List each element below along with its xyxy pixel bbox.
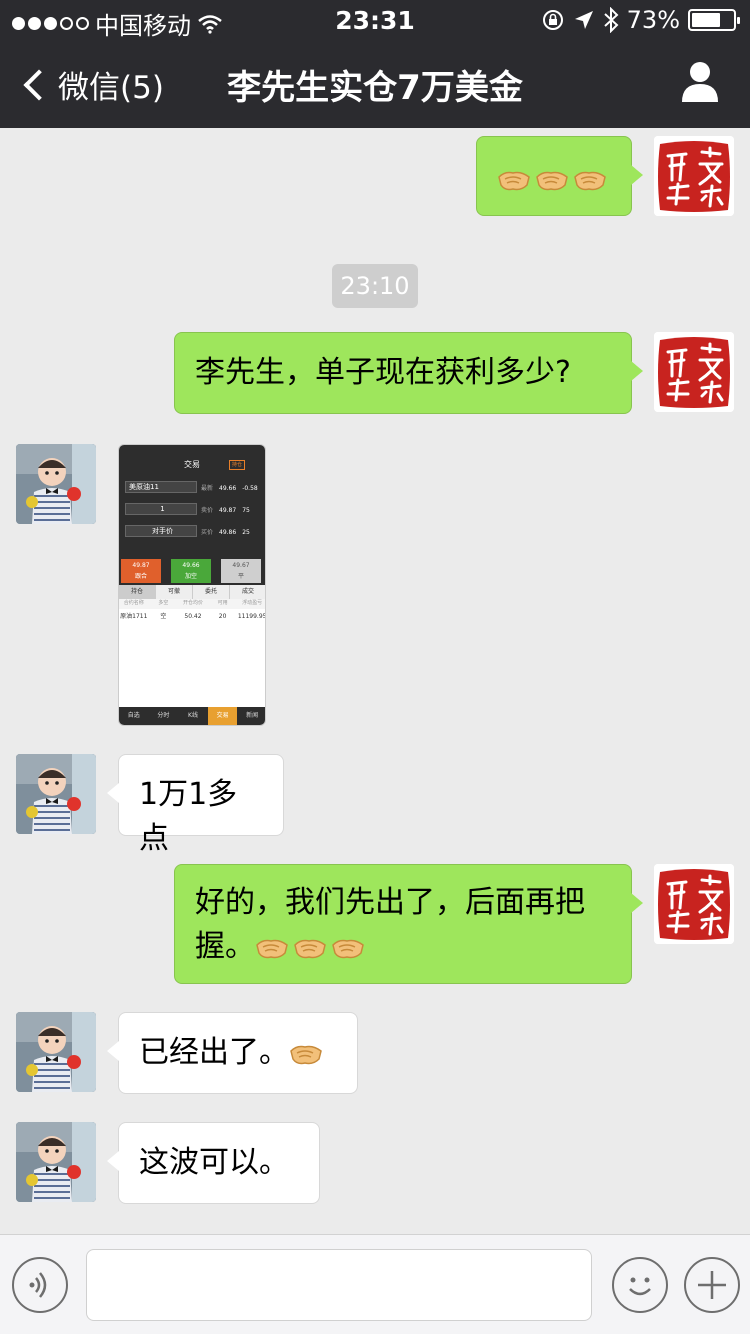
screenshot-quote: 卖价 49.87 75 (201, 507, 250, 514)
message-bubble-me[interactable]: 李先生，单子现在获利多少? (174, 332, 643, 414)
plus-icon (698, 1271, 726, 1299)
message-text: 李先生，单子现在获利多少? (195, 355, 571, 390)
status-bar: 中国移动 23:31 73% (0, 0, 750, 40)
handshake-icon (332, 939, 364, 958)
message-row (0, 128, 750, 228)
message-text: 握。 (195, 929, 255, 964)
seal-avatar[interactable] (654, 136, 734, 216)
trade-screenshot-image[interactable]: 交易 持仓 美原油11 最新 49.66 -0.58 1 卖价 49.87 75 对手价… (118, 444, 266, 726)
screenshot-action-button: 持仓 (229, 460, 245, 470)
rotation-lock-icon (542, 10, 563, 30)
message-input[interactable] (86, 1249, 592, 1321)
screenshot-table-header: 合约名称 多空 开仓均价 可用 浮动盈亏 (119, 599, 265, 609)
screenshot-sell-button: 49.66 加空 (171, 559, 211, 583)
baby-avatar[interactable] (16, 1012, 96, 1092)
screenshot-status-bar (119, 445, 265, 455)
bluetooth-icon (603, 7, 619, 33)
voice-icon (29, 1272, 47, 1298)
message-text: 这波可以。 (139, 1145, 289, 1180)
nav-bar: 微信(5) 李先生实仓7万美金 (0, 40, 750, 128)
voice-button[interactable] (12, 1257, 68, 1313)
message-row: 这波可以。 (0, 1122, 750, 1212)
message-text: 好的，我们先出了，后面再把 (195, 885, 585, 920)
message-row: 好的，我们先出了，后面再把 握。 (0, 864, 750, 988)
message-row: 1万1多点 (0, 754, 750, 856)
screenshot-trade-buttons: 49.87 跟合 49.66 加空 49.67 平 (119, 557, 265, 585)
screenshot-buy-button: 49.87 跟合 (121, 559, 161, 583)
screenshot-close-button: 49.67 平 (221, 559, 261, 583)
handshake-icon (536, 171, 568, 190)
seal-avatar[interactable] (654, 332, 734, 412)
message-bubble-them[interactable]: 1万1多点 (107, 754, 284, 856)
emoji-button[interactable] (612, 1257, 668, 1313)
seal-avatar[interactable] (654, 864, 734, 944)
message-bubble-them[interactable]: 已经出了。 (107, 1012, 358, 1094)
message-bubble-me[interactable] (476, 136, 643, 216)
battery-icon (688, 9, 740, 31)
message-list[interactable]: 23:10 李先生，单子现在获利多少? 交易 持仓 美原油11 最新 49.66-… (0, 128, 750, 1234)
screenshot-field: 1 (125, 503, 197, 515)
baby-avatar[interactable] (16, 1122, 96, 1202)
baby-avatar[interactable] (16, 444, 96, 524)
chat-title: 李先生实仓7万美金 (227, 68, 523, 108)
screenshot-nav: 交易 持仓 (119, 455, 265, 475)
message-row: 已经出了。 (0, 1012, 750, 1102)
battery-percent: 73% (626, 6, 680, 34)
screenshot-title: 交易 (184, 460, 200, 469)
handshake-icon (574, 171, 606, 190)
baby-avatar[interactable] (16, 754, 96, 834)
handshake-icon (294, 939, 326, 958)
screenshot-tabs: 持仓 可撤 委托 成交 (119, 585, 265, 599)
handshake-icon (256, 939, 288, 958)
message-text: 1万1多点 (139, 777, 238, 856)
screenshot-quote: 买价 49.86 25 (201, 529, 250, 536)
location-icon (574, 11, 593, 29)
screenshot-field: 美原油11 (125, 481, 197, 493)
status-right: 73% (541, 6, 740, 34)
profile-icon[interactable] (680, 60, 720, 104)
screenshot-order-panel: 美原油11 最新 49.66 -0.58 1 卖价 49.87 75 对手价 买价 49.… (119, 475, 265, 557)
screenshot-tabbar: 自选 分时 K线 交易 新闻 (119, 707, 265, 725)
message-text: 已经出了。 (139, 1035, 289, 1070)
screenshot-quote: 最新 49.66 -0.58 (201, 485, 258, 492)
input-bar (0, 1234, 750, 1334)
screenshot-field: 对手价 (125, 525, 197, 537)
more-button[interactable] (684, 1257, 740, 1313)
screenshot-table-row: 原油1711 空 50.42 20 11199.95 (120, 613, 266, 620)
handshake-icon (498, 171, 530, 190)
message-row: 李先生，单子现在获利多少? (0, 332, 750, 422)
timestamp-label: 23:10 (332, 264, 418, 308)
emoji-icon (629, 1277, 651, 1296)
handshake-icon (290, 1045, 322, 1064)
message-bubble-them[interactable]: 这波可以。 (107, 1122, 320, 1204)
message-bubble-me[interactable]: 好的，我们先出了，后面再把 握。 (174, 864, 643, 984)
top-bar: 中国移动 23:31 73% 微信(5) 李先生实仓7万美金 (0, 0, 750, 128)
